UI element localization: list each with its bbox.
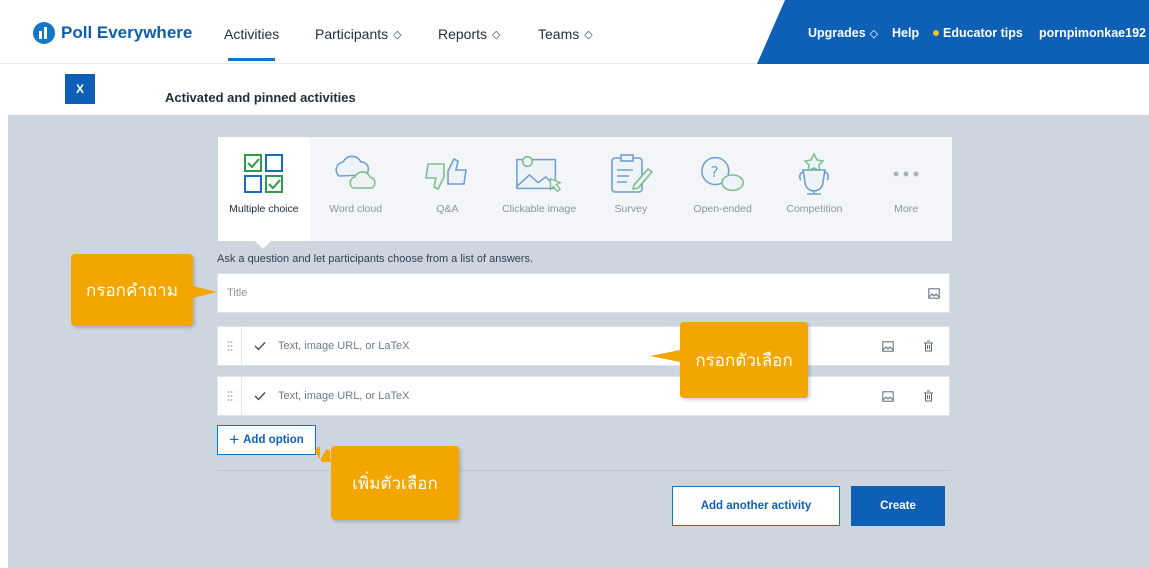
nav-participants[interactable]: Participants ◇ [315,26,402,42]
user-menu[interactable]: pornpimonkae192 [1039,26,1149,40]
logo-icon [33,22,55,44]
callout-question-text: กรอกคำถาม [86,280,178,301]
poll-everywhere-logo[interactable]: Poll Everywhere [33,22,192,44]
create-button[interactable]: Create [851,486,945,526]
activity-type-more[interactable]: More [860,137,952,241]
help-label: Help [892,26,920,40]
correct-answer-check-icon[interactable] [242,391,278,401]
answer-option-row[interactable]: Text, image URL, or LaTeX [217,376,950,416]
add-option-button[interactable]: + Add option [217,425,316,455]
username: pornpimonkae192 [1039,26,1146,40]
activity-description: Ask a question and let participants choo… [217,253,534,265]
answer-option-row[interactable]: Text, image URL, or LaTeX [217,326,950,366]
trash-icon[interactable] [913,340,943,352]
add-image-icon[interactable] [873,390,903,402]
activity-type-multiple-choice[interactable]: Multiple choice [218,137,310,249]
drag-handle-icon[interactable] [218,327,242,365]
add-image-icon[interactable] [919,287,949,299]
page-subtitle: Activated and pinned activities [165,90,356,105]
activity-type-open-ended[interactable]: ? Open-ended [677,137,769,241]
add-option-label: Add option [243,434,304,446]
add-another-activity-button[interactable]: Add another activity [672,486,840,526]
clickable-image-icon [514,151,564,197]
logo-text: Poll Everywhere [61,23,193,42]
divider [217,470,950,471]
activity-type-qa[interactable]: Q&A [402,137,494,241]
activity-type-label: Clickable image [502,203,577,215]
nav-reports[interactable]: Reports ◇ [438,26,501,42]
qa-thumbs-icon [422,151,472,197]
activity-type-label: Multiple choice [229,203,299,215]
premium-gem-icon: ◇ [869,27,879,40]
nav-activities[interactable]: Activities [224,26,280,61]
title-placeholder: Title [227,287,248,299]
callout-add-option-text: เพิ่มตัวเลือก [352,473,438,494]
help-link[interactable]: Help [892,26,919,40]
activity-type-label: Competition [786,203,843,215]
multiple-choice-icon [239,151,289,197]
activity-type-label: More [894,203,919,215]
activity-type-label: Q&A [436,203,459,215]
callout-pointer [650,350,680,362]
nav-teams[interactable]: Teams ◇ [538,26,593,42]
word-cloud-icon [331,151,381,197]
nav-participants-label: Participants [315,26,389,42]
svg-text:?: ? [710,163,718,181]
activity-type-word-cloud[interactable]: Word cloud [310,137,402,241]
upgrades-label: Upgrades [808,26,866,40]
callout-pointer [193,286,217,298]
open-ended-icon: ? [698,151,748,197]
nav-teams-label: Teams [538,26,580,42]
activity-type-picker: Multiple choice Word cloud Q&A Clickable… [218,137,952,249]
educator-tips-label: Educator tips [943,26,1023,40]
nav-reports-label: Reports [438,26,488,42]
educator-tips-link[interactable]: Educator tips [933,26,1023,40]
title-field[interactable]: Title [217,273,950,313]
callout-add-option: เพิ่มตัวเลือก [331,446,459,520]
more-dots-icon [881,151,931,197]
activity-type-survey[interactable]: Survey [585,137,677,241]
survey-clipboard-icon [606,151,656,197]
callout-options-text: กรอกตัวเลือก [695,350,793,371]
trophy-icon [789,151,839,197]
add-image-icon[interactable] [873,340,903,352]
drag-handle-icon[interactable] [218,377,242,415]
activity-type-label: Survey [614,203,648,215]
close-button[interactable]: X [65,74,95,104]
upgrades-link[interactable]: Upgrades ◇ [808,26,878,40]
activity-type-clickable-image[interactable]: Clickable image [493,137,585,241]
callout-enter-question: กรอกคำถาม [71,254,193,326]
top-navigation: Poll Everywhere Activities Participants … [0,0,1149,64]
callout-enter-options: กรอกตัวเลือก [680,322,808,398]
premium-gem-icon: ◇ [492,28,501,41]
activity-type-competition[interactable]: Competition [769,137,861,241]
tips-dot-icon [933,30,939,36]
premium-gem-icon: ◇ [584,28,593,41]
nav-activities-label: Activities [224,26,280,42]
trash-icon[interactable] [913,390,943,402]
plus-icon: + [229,430,240,449]
activity-type-label: Open-ended [693,203,752,215]
correct-answer-check-icon[interactable] [242,341,278,351]
activity-type-label: Word cloud [329,203,383,215]
premium-gem-icon: ◇ [393,28,402,41]
